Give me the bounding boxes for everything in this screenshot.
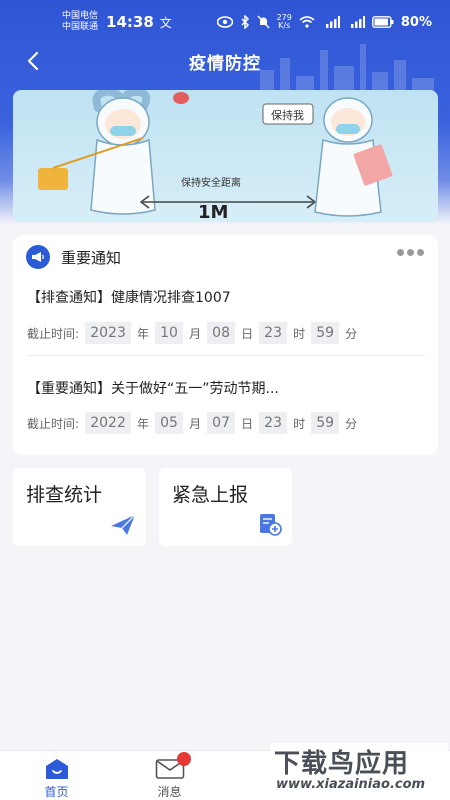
quick-card-title: 排查统计 bbox=[26, 484, 103, 506]
eye-comfort-icon bbox=[216, 16, 233, 28]
emergency-report-card[interactable]: 紧急上报 bbox=[159, 468, 292, 546]
hour-unit: 时 bbox=[293, 416, 306, 431]
chevron-left-icon bbox=[27, 51, 39, 71]
paper-plane-icon bbox=[111, 514, 136, 535]
megaphone-icon bbox=[26, 245, 50, 269]
minute-unit: 分 bbox=[345, 326, 358, 341]
app-header: 疫情防控 bbox=[0, 44, 450, 78]
deadline-minute: 59 bbox=[311, 322, 340, 344]
watermark-url: www.xiazainiao.com bbox=[276, 777, 426, 792]
banner-distance-text: 1M bbox=[198, 202, 229, 222]
screening-stats-card[interactable]: 排查统计 bbox=[13, 468, 146, 546]
status-bar: 中国电信 中国联通 14:38 文 279 K/s 80% bbox=[0, 0, 450, 44]
page-title: 疫情防控 bbox=[189, 53, 261, 74]
more-options-button[interactable] bbox=[397, 249, 424, 256]
banner-arrow-text: 保持安全距离 bbox=[181, 178, 241, 189]
deadline-minute: 59 bbox=[311, 412, 340, 434]
banner-sign-text: 保持我 bbox=[271, 109, 304, 122]
notice-deadline: 截止时间: 2023 年 10 月 08 日 23 时 59 分 bbox=[27, 322, 363, 344]
deadline-year: 2022 bbox=[85, 412, 132, 434]
back-button[interactable] bbox=[20, 48, 46, 74]
month-unit: 月 bbox=[189, 326, 202, 341]
minute-unit: 分 bbox=[345, 416, 358, 431]
net-speed-unit: K/s bbox=[278, 21, 291, 30]
tab-home[interactable]: 首页 bbox=[0, 751, 113, 800]
month-unit: 月 bbox=[189, 416, 202, 431]
dot-icon bbox=[407, 249, 414, 256]
watermark: 下载鸟应用 www.xiazainiao.com bbox=[270, 743, 448, 800]
mute-bell-icon bbox=[257, 15, 270, 29]
status-extra-icon: 文 bbox=[159, 15, 172, 30]
battery-icon bbox=[371, 16, 394, 28]
quick-card-title: 紧急上报 bbox=[172, 484, 249, 506]
net-speed: 279 K/s bbox=[277, 14, 292, 30]
deadline-month: 05 bbox=[155, 412, 184, 434]
notice-header: 重要通知 bbox=[26, 245, 121, 269]
tab-home-label: 首页 bbox=[44, 785, 69, 799]
notice-item[interactable]: 【排查通知】健康情况排查1007 截止时间: 2023 年 10 月 08 日 … bbox=[27, 287, 425, 357]
carrier-info: 中国电信 中国联通 bbox=[62, 11, 98, 33]
notice-item-title: 【排查通知】健康情况排查1007 bbox=[27, 290, 231, 306]
tab-messages-label: 消息 bbox=[157, 785, 182, 799]
year-unit: 年 bbox=[137, 326, 150, 341]
watermark-main-text: 下载鸟应用 bbox=[274, 749, 410, 779]
status-icons: 279 K/s 80% bbox=[216, 14, 432, 30]
day-unit: 日 bbox=[241, 326, 254, 341]
carrier-top: 中国电信 bbox=[62, 11, 99, 21]
hour-unit: 时 bbox=[293, 326, 306, 341]
notice-deadline: 截止时间: 2022 年 05 月 07 日 23 时 59 分 bbox=[27, 412, 363, 434]
unread-badge bbox=[177, 752, 191, 766]
home-icon bbox=[45, 759, 68, 779]
tab-messages[interactable]: 消息 bbox=[113, 751, 226, 800]
dot-icon bbox=[397, 249, 404, 256]
day-unit: 日 bbox=[241, 416, 254, 431]
notice-card: 重要通知 【排查通知】健康情况排查1007 截止时间: 2023 年 10 月 … bbox=[13, 235, 438, 455]
notice-item[interactable]: 【重要通知】关于做好“五一”劳动节期... 截止时间: 2022 年 05 月 … bbox=[27, 378, 425, 448]
notice-divider bbox=[27, 355, 425, 356]
deadline-year: 2023 bbox=[85, 322, 132, 344]
wifi-icon bbox=[299, 16, 315, 28]
status-time: 14:38 bbox=[106, 13, 154, 31]
deadline-hour: 23 bbox=[259, 412, 288, 434]
year-unit: 年 bbox=[137, 416, 150, 431]
signal-4g-secondary-icon bbox=[350, 16, 365, 28]
report-upload-icon bbox=[260, 514, 282, 536]
signal-4g-icon bbox=[325, 16, 340, 28]
deadline-label: 截止时间: bbox=[27, 416, 80, 431]
deadline-month: 10 bbox=[155, 322, 184, 344]
deadline-day: 08 bbox=[207, 322, 236, 344]
carrier-bottom: 中国联通 bbox=[62, 22, 99, 32]
battery-percent: 80% bbox=[400, 14, 432, 30]
notice-section-title: 重要通知 bbox=[61, 248, 122, 267]
deadline-hour: 23 bbox=[259, 322, 288, 344]
deadline-label: 截止时间: bbox=[27, 326, 80, 341]
epidemic-banner[interactable]: 保持我 保持安全距离 1M bbox=[13, 90, 438, 222]
deadline-day: 07 bbox=[207, 412, 236, 434]
bluetooth-icon bbox=[241, 15, 249, 29]
dot-icon bbox=[417, 249, 424, 256]
notice-item-title: 【重要通知】关于做好“五一”劳动节期... bbox=[27, 381, 279, 397]
